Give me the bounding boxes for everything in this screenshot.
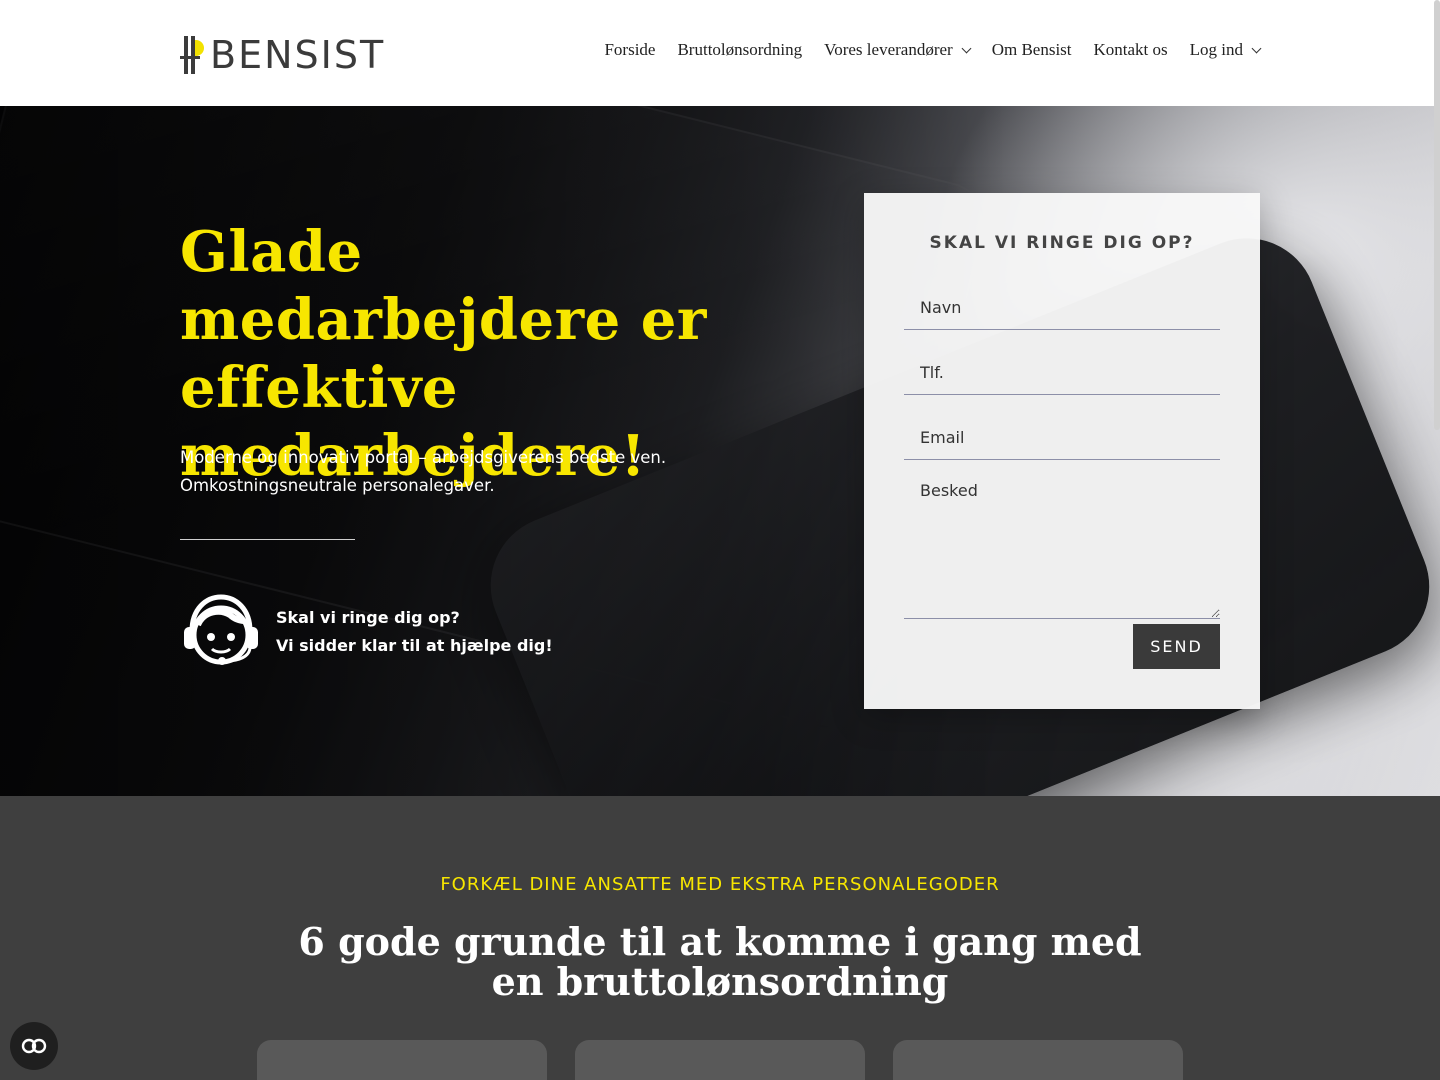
section-title: 6 gode grunde til at komme i gang med en… — [298, 919, 1142, 1004]
benefit-card — [893, 1040, 1183, 1080]
nav-label: Vores leverandører — [824, 40, 953, 59]
benefit-card — [257, 1040, 547, 1080]
hero-subtitle: Moderne og innovativ portal – arbejdsgiv… — [180, 444, 740, 500]
nav-label: Kontakt os — [1093, 40, 1168, 59]
nav-log-ind[interactable]: Log ind — [1189, 40, 1262, 60]
nav-bruttolonsordning[interactable]: Bruttolønsordning — [677, 40, 802, 60]
hero-subtitle-line: Omkostningsneutrale personalegaver. — [180, 476, 495, 495]
support-line: Vi sidder klar til at hjælpe dig! — [276, 636, 553, 655]
hero-subtitle-line: Moderne og innovativ portal – arbejdsgiv… — [180, 448, 667, 467]
logo-text: BENSIST — [210, 33, 386, 77]
nav-label: Log ind — [1189, 40, 1243, 59]
logo-mark-icon — [180, 34, 206, 74]
form-title: SKAL VI RINGE DIG OP? — [929, 233, 1195, 253]
message-field[interactable] — [904, 481, 1220, 619]
hero-divider — [180, 539, 355, 540]
nav-label: Om Bensist — [991, 40, 1072, 59]
benefit-card — [575, 1040, 865, 1080]
accessibility-toggle-button[interactable] — [10, 1022, 58, 1070]
send-button[interactable]: SEND — [1133, 624, 1220, 669]
nav-kontakt-os[interactable]: Kontakt os — [1094, 40, 1168, 60]
nav-label: Forside — [604, 40, 656, 59]
callback-form: SKAL VI RINGE DIG OP? SEND — [864, 193, 1260, 709]
bensist-logo[interactable]: BENSIST — [180, 32, 385, 74]
chevron-down-icon — [1251, 43, 1262, 53]
email-field[interactable] — [904, 416, 1220, 460]
phone-field[interactable] — [904, 351, 1220, 395]
support-text: Skal vi ringe dig op? Vi sidder klar til… — [276, 604, 553, 660]
section-kicker: FORKÆL DINE ANSATTE MED EKSTRA PERSONALE… — [440, 874, 1000, 895]
headset-agent-icon — [184, 594, 258, 665]
benefits-section: FORKÆL DINE ANSATTE MED EKSTRA PERSONALE… — [0, 796, 1440, 1080]
nav-label: Bruttolønsordning — [677, 40, 803, 59]
site-header: BENSIST Forside Bruttolønsordning Vores … — [0, 0, 1440, 106]
name-field[interactable] — [904, 286, 1220, 330]
page-scrollbar[interactable] — [1434, 0, 1440, 430]
nav-vores-leverandorer[interactable]: Vores leverandører — [824, 40, 972, 60]
accessibility-toggle-icon — [21, 1038, 47, 1054]
support-line: Skal vi ringe dig op? — [276, 608, 460, 627]
nav-om-bensist[interactable]: Om Bensist — [992, 40, 1072, 60]
main-nav: Forside Bruttolønsordning Vores leverand… — [604, 40, 1262, 60]
support-callout: Skal vi ringe dig op? Vi sidder klar til… — [180, 591, 553, 673]
nav-forside[interactable]: Forside — [604, 40, 655, 60]
chevron-down-icon — [961, 43, 972, 53]
hero-section: Glade medarbejdere er effektive medarbej… — [0, 106, 1440, 796]
